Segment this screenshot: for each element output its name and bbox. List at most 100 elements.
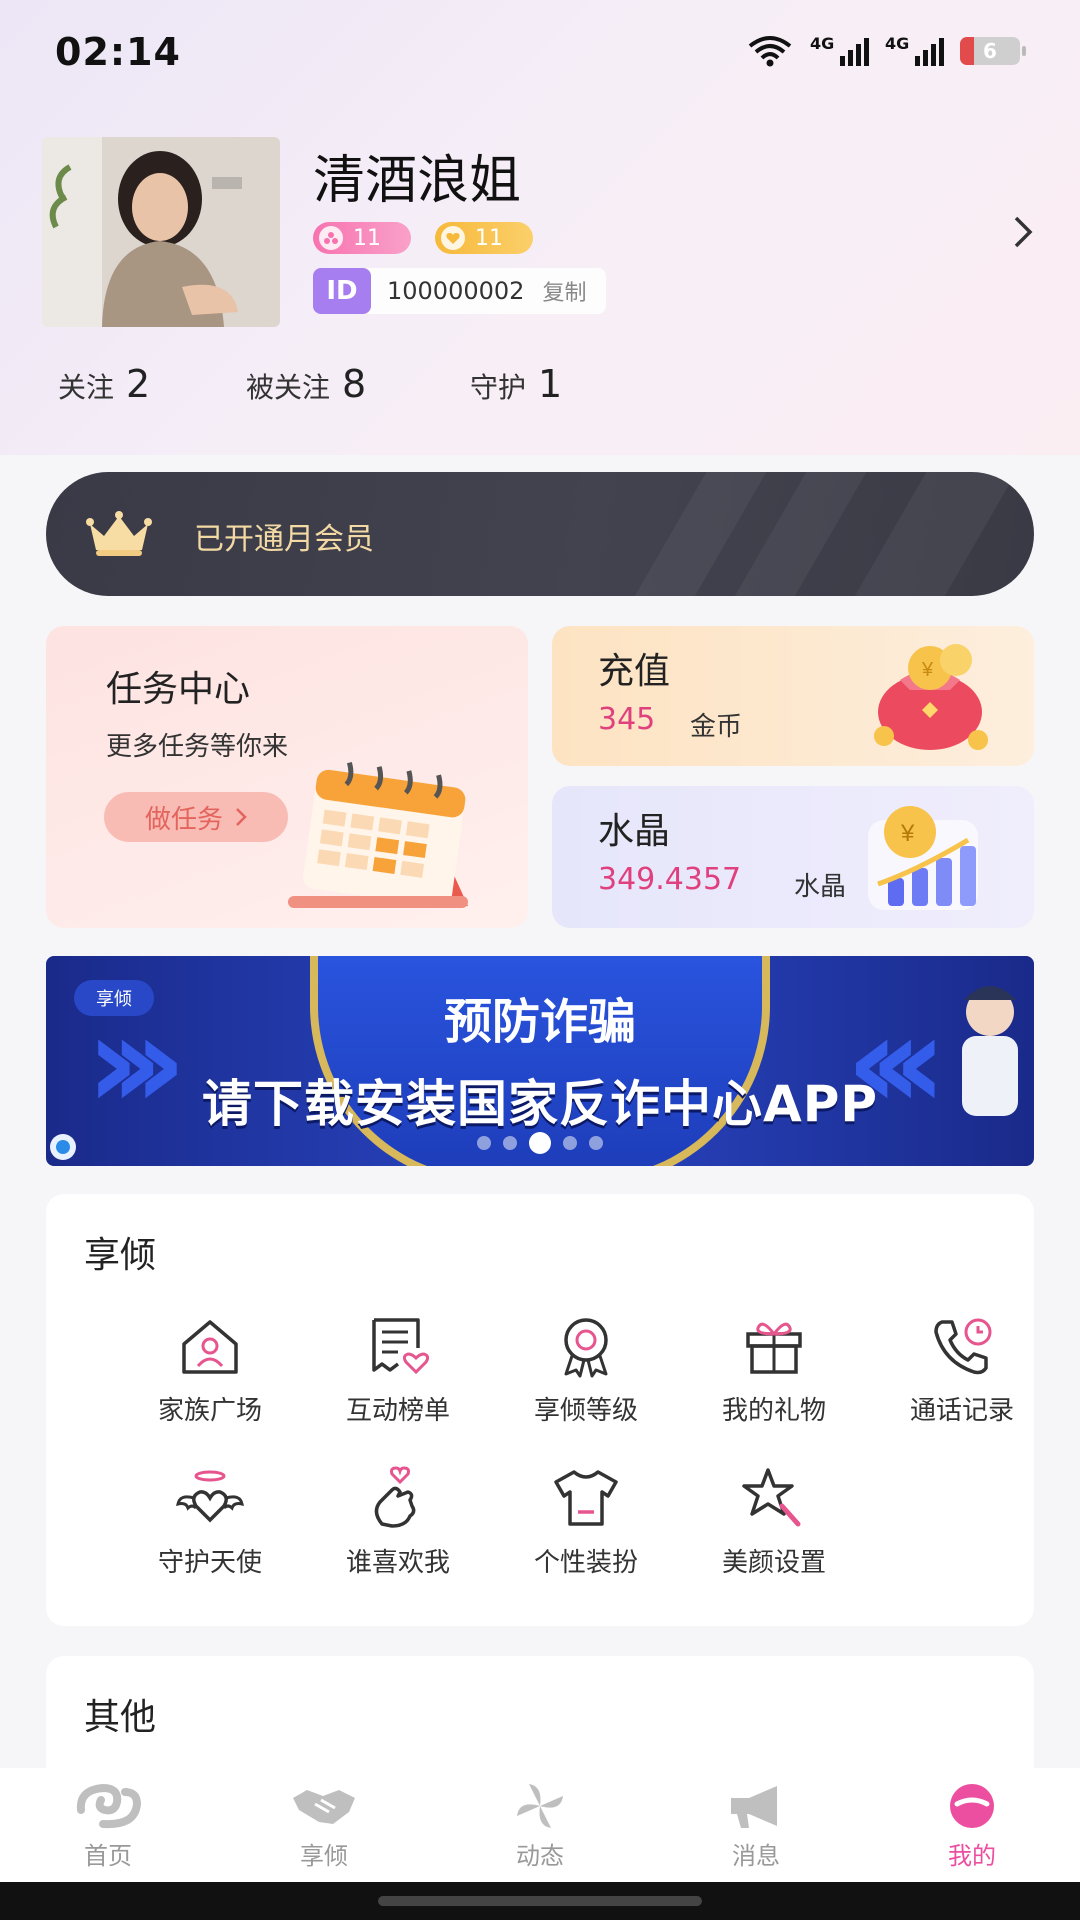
feature-call-history[interactable]: 通话记录 — [868, 1314, 1056, 1434]
svg-text:¥: ¥ — [900, 820, 915, 847]
vip-status-text: 已开通月会员 — [194, 522, 374, 557]
stat-following[interactable]: 关注 2 — [58, 362, 246, 406]
carousel-indicator — [46, 1132, 1034, 1154]
other-section-title: 其他 — [84, 1697, 157, 1738]
feature-beauty-settings[interactable]: 美颜设置 — [680, 1466, 868, 1586]
recharge-title: 充值 — [598, 651, 671, 692]
list-heart-icon — [372, 1318, 430, 1375]
heart-shield-icon — [441, 226, 465, 250]
task-center-title: 任务中心 — [106, 669, 251, 710]
features-section: 享倾 家族广场 互动榜单 享倾等级 我的礼物 通话记录 守护天使 谁喜欢我 个性… — [46, 1194, 1034, 1626]
feature-my-gifts[interactable]: 我的礼物 — [680, 1314, 868, 1434]
stat-value: 2 — [126, 362, 151, 406]
feature-label: 通话记录 — [909, 1396, 1014, 1426]
stat-followers[interactable]: 被关注 8 — [246, 362, 470, 406]
house-user-icon — [182, 1320, 238, 1374]
wealth-icon — [319, 226, 343, 250]
chevron-right-icon[interactable] — [1010, 214, 1038, 250]
battery-level: 6 — [983, 39, 997, 63]
network-type-2: 4G — [885, 34, 910, 53]
stat-label: 被关注 — [246, 371, 331, 404]
nav-messages[interactable]: 消息 — [696, 1782, 816, 1871]
feature-label: 个性装扮 — [533, 1548, 638, 1578]
feature-label: 美颜设置 — [721, 1548, 826, 1578]
coin-unit: 金币 — [690, 712, 743, 742]
carousel-dot[interactable] — [589, 1136, 603, 1150]
feature-label: 家族广场 — [157, 1396, 262, 1426]
features-section-title: 享倾 — [84, 1235, 157, 1276]
nav-label: 我的 — [948, 1842, 996, 1870]
copy-id-button[interactable]: 复制 — [542, 275, 586, 307]
tshirt-icon — [554, 1470, 618, 1526]
status-icons: 4G 4G 6 — [746, 34, 1026, 68]
id-tag: ID — [313, 268, 371, 314]
feature-label: 守护天使 — [157, 1548, 262, 1578]
feature-dress-up[interactable]: 个性装扮 — [492, 1466, 680, 1586]
crystal-balance: 349.4357 — [598, 862, 742, 897]
status-bar: 02:14 4G 4G 6 — [0, 0, 1080, 100]
recharge-card[interactable]: 充值 345 金币 ¥ — [552, 626, 1034, 766]
feature-label: 谁喜欢我 — [345, 1548, 450, 1578]
chevron-right-small-icon — [236, 808, 247, 826]
handshake-icon — [293, 1790, 355, 1824]
pinwheel-icon — [517, 1784, 563, 1828]
task-center-card[interactable]: 任务中心 更多任务等你来 做任务 — [46, 626, 528, 928]
nav-label: 动态 — [516, 1842, 564, 1870]
task-center-subtitle: 更多任务等你来 — [106, 732, 289, 762]
nav-xiangqing[interactable]: 享倾 — [264, 1782, 384, 1871]
stat-guardians[interactable]: 守护 1 — [470, 362, 562, 406]
battery-icon: 6 — [960, 37, 1026, 65]
avatar[interactable] — [42, 137, 280, 327]
crystal-card[interactable]: 水晶 349.4357 水晶 ¥ — [552, 786, 1034, 928]
carousel-dot-active[interactable] — [529, 1132, 551, 1154]
phone-clock-icon — [934, 1318, 992, 1375]
vip-stripe — [834, 472, 1028, 596]
feature-level[interactable]: 享倾等级 — [492, 1314, 680, 1434]
feature-who-likes-me[interactable]: 谁喜欢我 — [304, 1466, 492, 1586]
crown-icon — [86, 511, 152, 556]
crystal-title: 水晶 — [598, 811, 671, 852]
police-officer-icon — [962, 986, 1018, 1116]
carousel-dot[interactable] — [477, 1136, 491, 1150]
do-task-button[interactable]: 做任务 — [104, 792, 288, 842]
nav-label: 享倾 — [300, 1842, 348, 1870]
nav-home[interactable]: 首页 — [48, 1782, 168, 1871]
nav-label: 首页 — [84, 1842, 132, 1870]
nav-moments[interactable]: 动态 — [480, 1782, 600, 1871]
feature-label: 享倾等级 — [533, 1396, 638, 1426]
coin-growth-chart-icon: ¥ — [868, 806, 978, 910]
feature-guardian-angel[interactable]: 守护天使 — [116, 1466, 304, 1586]
feature-label: 我的礼物 — [721, 1396, 826, 1426]
cellular-signal-1-icon: 4G — [810, 34, 869, 66]
nav-me[interactable]: 我的 — [912, 1782, 1032, 1871]
finger-heart-icon — [374, 1466, 416, 1528]
home-indicator[interactable] — [378, 1896, 702, 1906]
gift-icon — [746, 1322, 802, 1374]
stat-label: 守护 — [470, 371, 527, 404]
crystal-unit: 水晶 — [794, 872, 847, 902]
stat-value: 8 — [342, 362, 367, 406]
stat-value: 1 — [538, 362, 563, 406]
vip-membership-banner[interactable]: 已开通月会员 — [46, 472, 1034, 596]
cellular-signal-2-icon: 4G — [885, 34, 944, 66]
promo-subtitle: 请下载安装国家反诈中心APP — [202, 1075, 878, 1133]
system-navigation-bar — [0, 1882, 1080, 1920]
wifi-icon — [748, 36, 792, 67]
winged-heart-icon — [176, 1470, 244, 1523]
stat-label: 关注 — [58, 371, 115, 404]
feature-family-square[interactable]: 家族广场 — [116, 1314, 304, 1434]
megaphone-icon — [731, 1786, 777, 1828]
wealth-level-value: 11 — [353, 225, 381, 251]
feature-interaction-ranking[interactable]: 互动榜单 — [304, 1314, 492, 1434]
calendar-illustration-icon — [288, 761, 468, 908]
carousel-dot[interactable] — [503, 1136, 517, 1150]
charm-level-badge: 11 — [435, 222, 533, 254]
charm-level-value: 11 — [475, 225, 503, 251]
carousel-dot[interactable] — [563, 1136, 577, 1150]
anti-fraud-promo-banner[interactable]: ››› ‹‹‹ 享倾 预防诈骗 请下载安装国家反诈中心APP — [46, 956, 1034, 1166]
network-type-1: 4G — [810, 34, 835, 53]
status-time: 02:14 — [55, 30, 181, 74]
do-task-label: 做任务 — [144, 804, 223, 835]
magic-star-icon — [742, 1468, 801, 1527]
coin-balance: 345 — [598, 702, 656, 737]
